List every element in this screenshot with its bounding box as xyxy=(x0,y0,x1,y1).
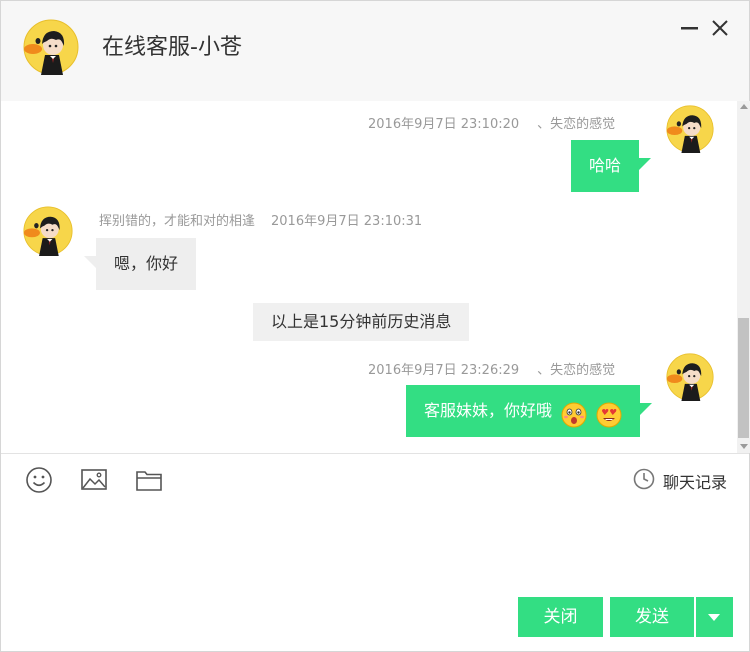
user-avatar xyxy=(666,105,722,161)
message-sender: 、失恋的感觉 xyxy=(537,363,616,378)
clock-icon xyxy=(633,468,655,494)
chat-history-label: 聊天记录 xyxy=(663,473,728,492)
emoji-icon[interactable] xyxy=(25,466,53,494)
message-meta: 2016年9月7日 23:10:20 、失恋的感觉 xyxy=(368,113,615,132)
message-timestamp: 2016年9月7日 23:10:31 xyxy=(271,214,423,229)
message-sender: 挥别错的，才能和对的相逢 xyxy=(99,214,256,229)
chat-history-link[interactable]: 聊天记录 xyxy=(633,468,728,494)
agent-avatar xyxy=(23,206,79,262)
message-text: 客服妹妹，你好哦 xyxy=(424,401,553,420)
agent-avatar xyxy=(23,19,79,75)
surprised-emoji-icon xyxy=(561,397,587,427)
chat-window: 在线客服-小苍 2016年9月7日 23:10:20 、失恋的感觉 哈哈 挥别错的… xyxy=(0,0,750,652)
heart-eyes-emoji-icon xyxy=(596,397,622,427)
scroll-thumb[interactable] xyxy=(738,318,749,438)
send-options-button[interactable] xyxy=(696,597,733,637)
scroll-down-arrow[interactable] xyxy=(740,444,748,449)
bubble-tail xyxy=(639,158,652,170)
message-meta: 挥别错的，才能和对的相逢 2016年9月7日 23:10:31 xyxy=(99,210,422,229)
chat-scrollbar[interactable] xyxy=(737,101,750,453)
scroll-up-arrow[interactable] xyxy=(740,104,748,109)
message-bubble-outgoing: 客服妹妹，你好哦 xyxy=(406,385,653,437)
message-bubble-incoming: 嗯，你好 xyxy=(84,238,197,290)
user-avatar xyxy=(666,353,722,409)
bubble-tail xyxy=(84,256,96,268)
message-timestamp: 2016年9月7日 23:26:29 xyxy=(368,363,520,378)
close-button[interactable]: 关闭 xyxy=(518,597,603,637)
minimize-icon[interactable] xyxy=(679,17,701,39)
history-note: 以上是15分钟前历史消息 xyxy=(253,303,470,341)
message-text: 嗯，你好 xyxy=(114,254,179,273)
message-list: 2016年9月7日 23:10:20 、失恋的感觉 哈哈 挥别错的，才能和对的相逢… xyxy=(1,101,737,453)
toolbar-divider xyxy=(1,453,749,454)
message-timestamp: 2016年9月7日 23:10:20 xyxy=(368,117,520,132)
message-sender: 、失恋的感觉 xyxy=(537,117,616,132)
send-button[interactable]: 发送 xyxy=(610,597,694,637)
message-meta: 2016年9月7日 23:26:29 、失恋的感觉 xyxy=(368,359,615,378)
window-title: 在线客服-小苍 xyxy=(102,35,242,60)
message-text: 哈哈 xyxy=(589,156,622,175)
bubble-tail xyxy=(640,403,653,415)
message-bubble-outgoing: 哈哈 xyxy=(571,140,652,192)
close-icon[interactable] xyxy=(709,17,731,39)
image-icon[interactable] xyxy=(80,466,108,494)
folder-icon[interactable] xyxy=(135,466,163,494)
dropdown-arrow-icon xyxy=(708,614,720,621)
header: 在线客服-小苍 xyxy=(1,1,749,101)
